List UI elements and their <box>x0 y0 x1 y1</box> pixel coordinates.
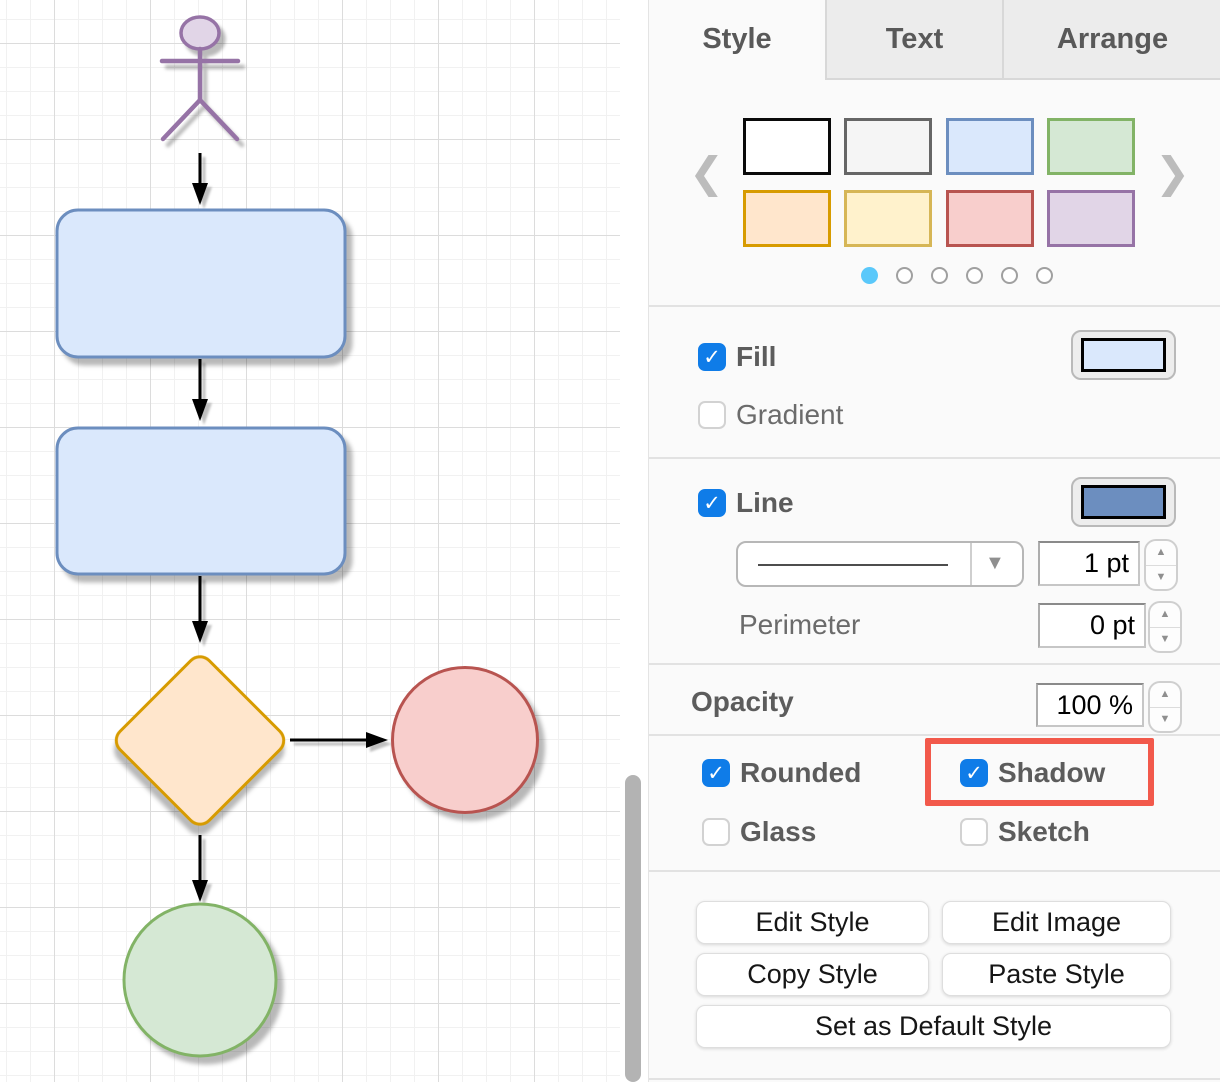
shadow-label: Shadow <box>998 757 1105 789</box>
stepper-down-icon[interactable]: ▼ <box>1150 708 1180 732</box>
tab-style[interactable]: Style <box>649 0 825 80</box>
pager-dot[interactable] <box>931 267 948 284</box>
stepper-down-icon[interactable]: ▼ <box>1146 566 1176 590</box>
rounded-checkbox[interactable]: ✓ <box>702 759 730 787</box>
end-circle-green[interactable] <box>124 904 276 1056</box>
line-color-button[interactable] <box>1071 477 1176 527</box>
divider <box>649 457 1220 459</box>
glass-label: Glass <box>740 816 816 848</box>
chevron-right-icon[interactable]: ❯ <box>1155 152 1190 194</box>
fill-color-preview <box>1081 338 1166 372</box>
pager-dot[interactable] <box>1001 267 1018 284</box>
carousel-pager <box>861 267 1053 284</box>
opacity-label: Opacity <box>691 686 794 718</box>
style-swatch-orange[interactable] <box>743 190 831 247</box>
vertical-scrollbar[interactable] <box>625 775 641 1082</box>
checkmark-icon: ✓ <box>962 761 986 786</box>
diagram-layer <box>0 0 648 1082</box>
actor-shape[interactable] <box>162 17 238 139</box>
perimeter-input[interactable] <box>1038 603 1146 648</box>
pager-dot-active[interactable] <box>861 267 878 284</box>
stepper-down-icon[interactable]: ▼ <box>1150 628 1180 652</box>
checkmark-icon: ✓ <box>704 761 728 786</box>
style-swatch-green[interactable] <box>1047 118 1135 175</box>
perimeter-stepper: ▲ ▼ <box>1148 601 1182 653</box>
style-swatch-blue[interactable] <box>946 118 1034 175</box>
style-swatch-purple[interactable] <box>1047 190 1135 247</box>
shadow-checkbox[interactable]: ✓ <box>960 759 988 787</box>
decision-diamond[interactable] <box>111 651 289 829</box>
paste-style-button[interactable]: Paste Style <box>942 953 1171 996</box>
tab-text[interactable]: Text <box>825 0 1002 80</box>
tab-arrange[interactable]: Arrange <box>1002 0 1220 80</box>
glass-checkbox[interactable]: ✓ <box>702 818 730 846</box>
dropdown-separator <box>970 543 972 585</box>
opacity-input[interactable] <box>1036 683 1144 727</box>
set-default-style-button[interactable]: Set as Default Style <box>696 1005 1171 1048</box>
rounded-label: Rounded <box>740 757 861 789</box>
divider <box>649 663 1220 665</box>
style-swatch-gray[interactable] <box>844 118 932 175</box>
pager-dot[interactable] <box>896 267 913 284</box>
line-style-preview <box>758 564 948 566</box>
actor-head <box>181 17 219 49</box>
sketch-checkbox[interactable]: ✓ <box>960 818 988 846</box>
stepper-up-icon[interactable]: ▲ <box>1150 603 1180 628</box>
line-label: Line <box>736 487 794 519</box>
process-rect-1[interactable] <box>57 210 345 357</box>
edit-style-button[interactable]: Edit Style <box>696 901 929 944</box>
format-panel: Style Text Arrange ❮ ❯ ✓ Fill ✓ Gradient… <box>648 0 1220 1082</box>
stepper-up-icon[interactable]: ▲ <box>1150 683 1180 708</box>
fill-label: Fill <box>736 341 776 373</box>
line-style-dropdown[interactable]: ▼ <box>736 541 1024 587</box>
gradient-checkbox[interactable]: ✓ <box>698 401 726 429</box>
style-swatch-yellow[interactable] <box>844 190 932 247</box>
dropdown-arrow-icon: ▼ <box>985 552 1005 575</box>
fill-checkbox[interactable]: ✓ <box>698 343 726 371</box>
fill-color-button[interactable] <box>1071 330 1176 380</box>
line-width-input[interactable] <box>1038 541 1140 586</box>
style-swatch-white[interactable] <box>743 118 831 175</box>
stepper-up-icon[interactable]: ▲ <box>1146 541 1176 566</box>
gradient-label: Gradient <box>736 399 843 431</box>
chevron-left-icon[interactable]: ❮ <box>689 152 724 194</box>
opacity-stepper: ▲ ▼ <box>1148 681 1182 733</box>
sketch-label: Sketch <box>998 816 1090 848</box>
divider <box>649 734 1220 736</box>
line-color-preview <box>1081 485 1166 519</box>
divider <box>649 1078 1220 1080</box>
line-checkbox[interactable]: ✓ <box>698 489 726 517</box>
perimeter-label: Perimeter <box>739 609 860 641</box>
checkmark-icon: ✓ <box>700 345 724 370</box>
pager-dot[interactable] <box>1036 267 1053 284</box>
diagram-canvas[interactable] <box>0 0 648 1082</box>
process-rect-2[interactable] <box>57 428 345 574</box>
checkmark-icon: ✓ <box>700 491 724 516</box>
copy-style-button[interactable]: Copy Style <box>696 953 929 996</box>
format-tabs: Style Text Arrange <box>649 0 1220 80</box>
end-circle-red[interactable] <box>393 668 538 813</box>
edit-image-button[interactable]: Edit Image <box>942 901 1171 944</box>
style-swatch-red[interactable] <box>946 190 1034 247</box>
pager-dot[interactable] <box>966 267 983 284</box>
line-width-stepper: ▲ ▼ <box>1144 539 1178 591</box>
divider <box>649 305 1220 307</box>
divider <box>649 870 1220 872</box>
